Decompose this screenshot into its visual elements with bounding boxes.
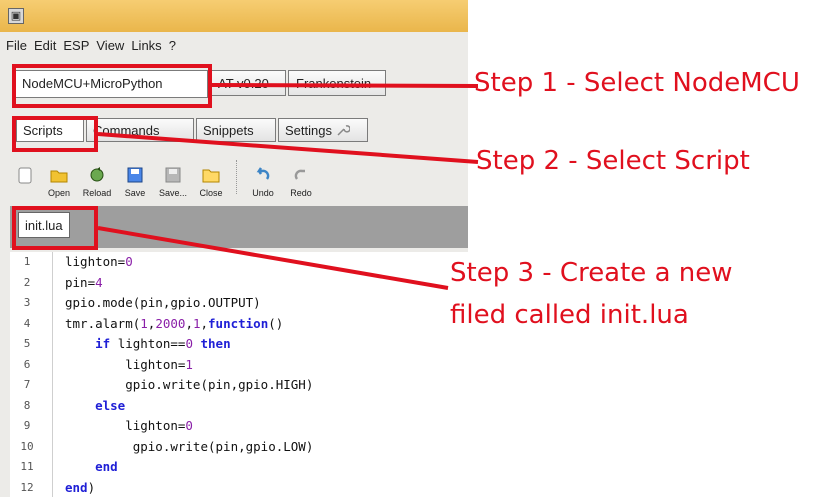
connector-step3 bbox=[97, 226, 449, 290]
highlight-box-init-lua-tab bbox=[12, 206, 98, 250]
connector-step2 bbox=[97, 132, 479, 164]
connector-step1 bbox=[211, 83, 479, 88]
annotation-step3-line1: Step 3 - Create a new bbox=[450, 258, 733, 288]
annotation-step1: Step 1 - Select NodeMCU bbox=[474, 68, 800, 98]
highlight-box-nodemcu-tab bbox=[12, 64, 212, 108]
highlight-box-scripts-tab bbox=[12, 116, 98, 152]
annotation-step3-line2: filed called init.lua bbox=[450, 300, 689, 330]
annotation-step2: Step 2 - Select Script bbox=[476, 146, 750, 176]
